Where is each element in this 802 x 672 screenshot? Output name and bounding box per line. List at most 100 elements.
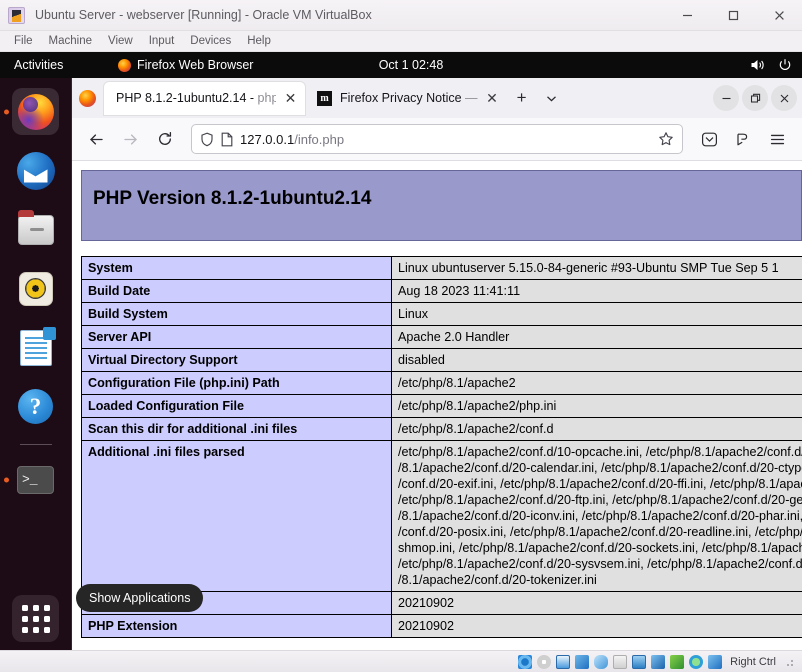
row-key: Virtual Directory Support bbox=[81, 348, 392, 372]
maximize-icon[interactable] bbox=[710, 0, 756, 31]
close-icon[interactable] bbox=[756, 0, 802, 31]
menu-file[interactable]: File bbox=[6, 33, 41, 49]
dock-item-firefox[interactable] bbox=[4, 88, 59, 135]
features-icon[interactable] bbox=[670, 654, 685, 669]
table-row: Scan this dir for additional .ini files … bbox=[81, 417, 802, 441]
dock-item-libreoffice-writer[interactable] bbox=[12, 324, 59, 371]
recording-icon[interactable] bbox=[651, 654, 666, 669]
table-row: Configuration File (php.ini) Path /etc/p… bbox=[81, 371, 802, 395]
tab-firefox-privacy-notice[interactable]: m Firefox Privacy Notice — ✕ bbox=[305, 82, 507, 115]
running-indicator bbox=[4, 477, 9, 482]
close-icon[interactable] bbox=[771, 85, 797, 111]
minimize-icon[interactable] bbox=[664, 0, 710, 31]
shared-folder-icon[interactable] bbox=[613, 654, 628, 669]
virtualbox-window: Ubuntu Server - webserver [Running] - Or… bbox=[0, 0, 802, 672]
list-all-tabs-icon[interactable] bbox=[537, 83, 567, 113]
page-icon[interactable] bbox=[221, 132, 233, 147]
row-value: Aug 18 2023 11:41:11 bbox=[391, 279, 802, 303]
table-row: PHP Extension 20210902 bbox=[81, 614, 802, 638]
power-icon bbox=[778, 58, 792, 72]
shield-icon[interactable] bbox=[200, 132, 214, 147]
hard-disk-icon[interactable] bbox=[518, 654, 533, 669]
ubuntu-dock: ? >_ bbox=[0, 78, 72, 650]
tab-phpinfo[interactable]: PHP 8.1.2-1ubuntu2.14 - php ✕ bbox=[104, 81, 305, 115]
table-row: Loaded Configuration File /etc/php/8.1/a… bbox=[81, 394, 802, 418]
show-applications-button[interactable] bbox=[12, 595, 59, 642]
grid-apps-icon bbox=[21, 604, 50, 633]
row-key: Additional .ini files parsed bbox=[81, 440, 392, 592]
restore-icon[interactable] bbox=[742, 85, 768, 111]
firefox-icon bbox=[79, 89, 96, 107]
menu-input[interactable]: Input bbox=[141, 33, 183, 49]
table-row: Build Date Aug 18 2023 11:41:11 bbox=[81, 279, 802, 303]
firefox-window: PHP 8.1.2-1ubuntu2.14 - php ✕ m Firefox … bbox=[72, 78, 802, 650]
row-value: /etc/php/8.1/apache2/conf.d bbox=[391, 417, 802, 441]
virtualbox-window-controls bbox=[664, 0, 802, 31]
dock-separator bbox=[19, 444, 52, 445]
row-value: Linux bbox=[391, 302, 802, 326]
ubuntu-topbar: Activities Firefox Web Browser Oct 1 02:… bbox=[0, 52, 802, 78]
resize-grip[interactable] bbox=[786, 656, 796, 667]
dock-item-terminal[interactable]: >_ bbox=[4, 456, 59, 503]
menu-help[interactable]: Help bbox=[239, 33, 279, 49]
dock-item-files[interactable] bbox=[12, 206, 59, 253]
row-value: /etc/php/8.1/apache2/conf.d/10-opcache.i… bbox=[391, 440, 802, 592]
row-value: Apache 2.0 Handler bbox=[391, 325, 802, 349]
dock-item-rhythmbox[interactable] bbox=[12, 265, 59, 312]
virtualbox-icon bbox=[8, 6, 25, 24]
row-key: Build Date bbox=[81, 279, 392, 303]
row-value: 20210902 bbox=[391, 591, 802, 615]
guest-screen: Activities Firefox Web Browser Oct 1 02:… bbox=[0, 52, 802, 650]
menu-view[interactable]: View bbox=[100, 33, 141, 49]
volume-icon bbox=[750, 58, 765, 72]
hamburger-menu-icon[interactable] bbox=[762, 124, 793, 155]
url-bar[interactable]: 127.0.0.1/info.php bbox=[191, 124, 683, 154]
network-icon[interactable] bbox=[575, 654, 590, 669]
terminal-icon: >_ bbox=[17, 465, 54, 494]
optical-disk-icon[interactable] bbox=[537, 654, 552, 669]
menu-devices[interactable]: Devices bbox=[182, 33, 239, 49]
extensions-icon[interactable] bbox=[728, 124, 759, 155]
clock-label: Oct 1 02:48 bbox=[378, 58, 444, 72]
row-key: PHP Extension bbox=[81, 614, 392, 638]
page-title: PHP Version 8.1.2-1ubuntu2.14 bbox=[93, 188, 372, 209]
new-tab-button[interactable]: + bbox=[507, 83, 537, 113]
keyboard-icon[interactable] bbox=[708, 654, 723, 669]
row-key: Build System bbox=[81, 302, 392, 326]
help-question-icon: ? bbox=[18, 389, 53, 424]
dock-item-help[interactable]: ? bbox=[12, 383, 59, 430]
row-value: 20210902 bbox=[391, 614, 802, 638]
phpinfo-table: System Linux ubuntuserver 5.15.0-84-gene… bbox=[81, 256, 802, 638]
table-row: System Linux ubuntuserver 5.15.0-84-gene… bbox=[81, 256, 802, 280]
close-icon[interactable]: ✕ bbox=[283, 90, 298, 107]
clock[interactable]: Oct 1 02:48 bbox=[0, 58, 802, 72]
rhythmbox-speaker-icon bbox=[18, 271, 53, 306]
dock-item-thunderbird[interactable] bbox=[12, 147, 59, 194]
reload-icon[interactable] bbox=[149, 124, 180, 155]
usb-icon[interactable] bbox=[594, 654, 609, 669]
host-key-label: Right Ctrl bbox=[730, 655, 776, 668]
php-version-banner: PHP Version 8.1.2-1ubuntu2.14 bbox=[81, 170, 802, 241]
back-icon[interactable] bbox=[81, 124, 112, 155]
firefox-tabstrip: PHP 8.1.2-1ubuntu2.14 - php ✕ m Firefox … bbox=[72, 78, 802, 118]
display-icon[interactable] bbox=[632, 654, 647, 669]
floppy-icon[interactable] bbox=[556, 654, 571, 669]
pocket-icon[interactable] bbox=[694, 124, 725, 155]
virtualbox-statusbar: Right Ctrl bbox=[0, 650, 802, 672]
mouse-icon[interactable] bbox=[689, 654, 704, 669]
virtualbox-window-title: Ubuntu Server - webserver [Running] - Or… bbox=[35, 8, 372, 22]
url-text[interactable]: 127.0.0.1/info.php bbox=[240, 132, 651, 147]
minimize-icon[interactable] bbox=[713, 85, 739, 111]
star-icon[interactable] bbox=[658, 131, 674, 147]
close-icon[interactable]: ✕ bbox=[485, 90, 500, 107]
menu-machine[interactable]: Machine bbox=[41, 33, 100, 49]
row-value: /etc/php/8.1/apache2/php.ini bbox=[391, 394, 802, 418]
tab-title: Firefox Privacy Notice — bbox=[340, 91, 478, 105]
system-tray[interactable] bbox=[750, 58, 792, 72]
row-value: Linux ubuntuserver 5.15.0-84-generic #93… bbox=[391, 256, 802, 280]
table-row: Additional .ini files parsed /etc/php/8.… bbox=[81, 440, 802, 592]
forward-icon[interactable] bbox=[115, 124, 146, 155]
table-row: Virtual Directory Support disabled bbox=[81, 348, 802, 372]
table-row: Server API Apache 2.0 Handler bbox=[81, 325, 802, 349]
row-key: Configuration File (php.ini) Path bbox=[81, 371, 392, 395]
